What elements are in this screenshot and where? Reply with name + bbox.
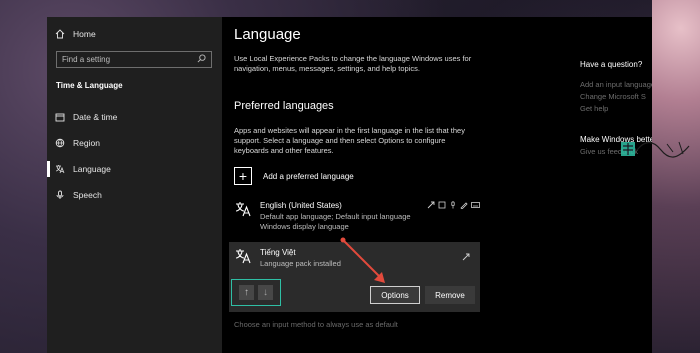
language-row-english[interactable]: English (United States) Default app lang…: [229, 199, 480, 239]
language-row-vietnamese[interactable]: Tiếng Việt Language pack installed ↑ ↓ O…: [229, 242, 480, 312]
page-title: Language: [234, 26, 301, 43]
keyboard-icon: [471, 201, 480, 211]
display-language-icon: [462, 248, 470, 266]
language-detail-line: Default app language; Default input lang…: [260, 212, 411, 221]
question-heading: Have a question?: [580, 60, 643, 69]
language-details: Default app language; Default input lang…: [260, 212, 460, 232]
language-icon: [47, 164, 73, 174]
input-method-hint[interactable]: Choose an input method to always use as …: [234, 320, 398, 329]
page-description: Use Local Experience Packs to change the…: [234, 54, 472, 73]
microphone-icon: [449, 201, 457, 211]
move-down-button[interactable]: ↓: [258, 285, 273, 300]
preferred-languages-description: Apps and websites will appear in the fir…: [234, 126, 465, 155]
globe-icon: [47, 138, 73, 148]
help-link[interactable]: Add an input language: [580, 79, 652, 91]
sidebar-item-language[interactable]: Language: [47, 157, 222, 181]
search-placeholder: Find a setting: [62, 55, 111, 64]
language-detail-line: Windows display language: [260, 222, 349, 231]
language-glyph-icon: [235, 248, 251, 267]
language-detail-line: Language pack installed: [260, 259, 341, 268]
move-up-button[interactable]: ↑: [239, 285, 254, 300]
language-features: [427, 201, 480, 211]
language-name: English (United States): [260, 201, 342, 210]
sidebar-item-label: Region: [73, 138, 100, 148]
wallpaper-right-edge: [652, 0, 700, 353]
microphone-icon: [47, 190, 73, 200]
add-language-label: Add a preferred language: [263, 171, 354, 181]
add-language-button[interactable]: + Add a preferred language: [234, 167, 354, 185]
sidebar-item-label: Home: [73, 29, 96, 39]
plus-icon: +: [234, 167, 252, 185]
help-link[interactable]: Change Microsoft S: [580, 91, 652, 103]
sidebar-item-region[interactable]: Region: [47, 131, 222, 155]
sidebar-item-label: Language: [73, 164, 111, 174]
search-input[interactable]: Find a setting: [56, 51, 212, 68]
home-icon: [47, 29, 73, 39]
language-glyph-icon: [235, 201, 251, 220]
watermark-logo-icon: [621, 141, 690, 158]
sidebar-item-home[interactable]: Home: [47, 22, 222, 46]
language-name: Tiếng Việt: [260, 248, 296, 257]
search-icon: [197, 54, 206, 65]
handwriting-icon: [460, 201, 468, 211]
section-title: Time & Language: [56, 81, 123, 90]
remove-button[interactable]: Remove: [425, 286, 475, 304]
reorder-buttons-highlight: ↑ ↓: [231, 279, 281, 306]
text-to-speech-icon: [438, 201, 446, 211]
display-language-icon: [427, 201, 435, 211]
sidebar: Home Find a setting Time & Language Date…: [47, 17, 222, 353]
main-content: Language Use Local Experience Packs to c…: [222, 17, 652, 353]
options-button[interactable]: Options: [370, 286, 420, 304]
sidebar-item-speech[interactable]: Speech: [47, 183, 222, 207]
settings-window: Home Find a setting Time & Language Date…: [47, 17, 652, 353]
preferred-languages-heading: Preferred languages: [234, 100, 334, 112]
sidebar-item-label: Date & time: [73, 112, 118, 122]
help-link[interactable]: Get help: [580, 103, 652, 115]
calendar-clock-icon: [47, 112, 73, 122]
sidebar-item-label: Speech: [73, 190, 102, 200]
sidebar-item-date-time[interactable]: Date & time: [47, 105, 222, 129]
